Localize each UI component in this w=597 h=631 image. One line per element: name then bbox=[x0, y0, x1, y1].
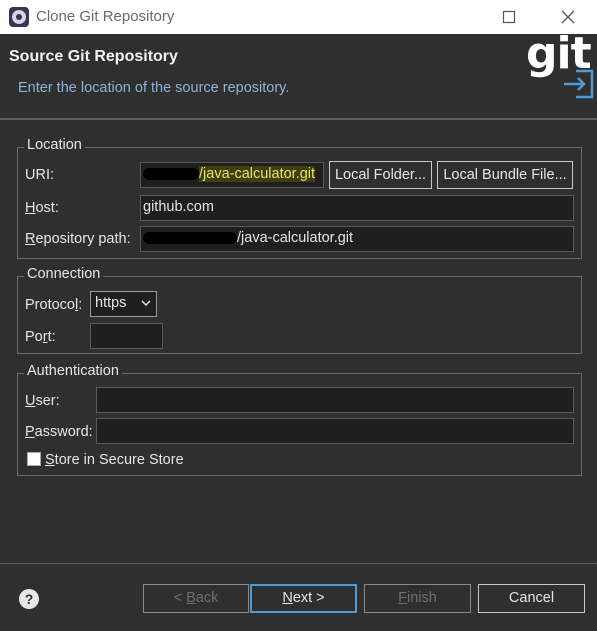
footer-separator bbox=[0, 563, 597, 564]
back-button[interactable]: < Back bbox=[143, 584, 249, 613]
next-button[interactable]: Next > bbox=[250, 584, 357, 613]
finish-button[interactable]: Finish bbox=[364, 584, 471, 613]
repository-path-label: Repository path: bbox=[25, 231, 131, 247]
protocol-select[interactable]: https bbox=[90, 291, 157, 317]
host-input[interactable]: github.com bbox=[140, 195, 574, 221]
host-label: Host: bbox=[25, 200, 59, 216]
local-bundle-file-button[interactable]: Local Bundle File... bbox=[437, 161, 573, 189]
repository-path-value: /java-calculator.git bbox=[237, 230, 354, 246]
store-secure-label: Store in Secure Store bbox=[45, 452, 184, 468]
repository-path-input[interactable]: /java-calculator.git bbox=[140, 226, 574, 252]
location-legend: Location bbox=[24, 137, 85, 153]
help-icon[interactable]: ? bbox=[19, 589, 39, 609]
cancel-button[interactable]: Cancel bbox=[478, 584, 585, 613]
user-label: User: bbox=[25, 393, 60, 409]
port-input[interactable] bbox=[90, 323, 163, 349]
wizard-header: Source Git Repository Enter the location… bbox=[0, 28, 597, 118]
connection-legend: Connection bbox=[24, 266, 104, 282]
password-input[interactable] bbox=[96, 418, 574, 444]
protocol-value: https bbox=[95, 295, 127, 311]
port-label: Port: bbox=[25, 329, 56, 345]
title-bar: Clone Git Repository bbox=[0, 0, 597, 34]
redacted-path-part bbox=[143, 232, 237, 245]
header-separator bbox=[0, 118, 597, 120]
git-logo: git bbox=[526, 28, 597, 104]
uri-value: /java-calculator.git bbox=[199, 166, 316, 182]
protocol-label: Protocol: bbox=[25, 297, 83, 313]
store-secure-checkbox[interactable] bbox=[27, 452, 41, 466]
page-description: Enter the location of the source reposit… bbox=[18, 80, 290, 96]
redacted-uri-part bbox=[143, 168, 199, 181]
local-folder-button[interactable]: Local Folder... bbox=[329, 161, 432, 189]
password-label: Password: bbox=[25, 424, 93, 440]
uri-label: URI: bbox=[25, 167, 54, 183]
window-title: Clone Git Repository bbox=[36, 8, 175, 25]
authentication-legend: Authentication bbox=[24, 363, 122, 379]
chevron-down-icon bbox=[141, 300, 151, 306]
import-arrow-icon bbox=[564, 69, 594, 99]
user-input[interactable] bbox=[96, 387, 574, 413]
eclipse-app-icon bbox=[9, 7, 29, 27]
page-title: Source Git Repository bbox=[9, 48, 178, 65]
uri-input[interactable]: /java-calculator.git bbox=[140, 162, 324, 188]
close-icon bbox=[561, 10, 575, 24]
maximize-icon bbox=[502, 10, 516, 24]
